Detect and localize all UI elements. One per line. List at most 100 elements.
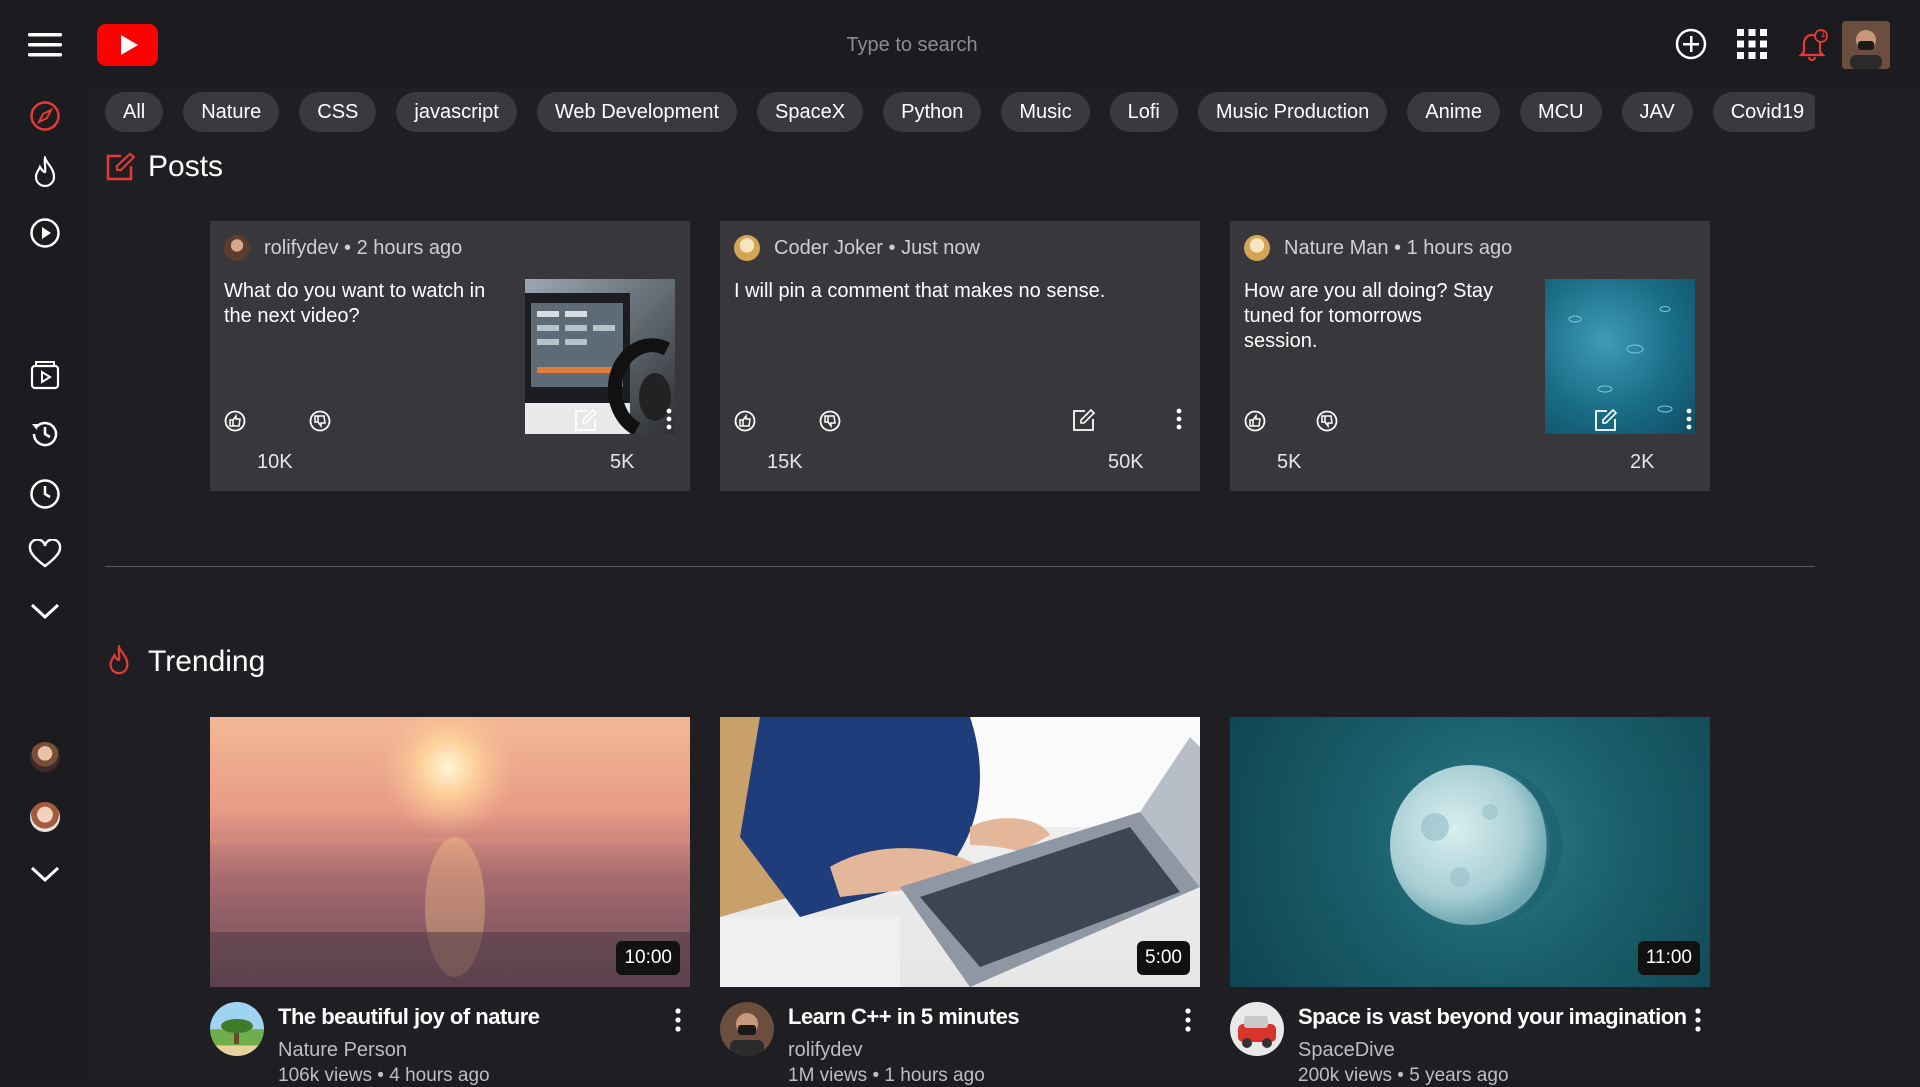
author-avatar: [224, 235, 250, 261]
view-count: 106k views: [278, 1065, 372, 1086]
chevron-down-icon[interactable]: [29, 601, 61, 621]
video-card[interactable]: 5:00 Learn C++ in 5 minutes rolifydev 1M…: [720, 717, 1200, 1086]
post-text: What do you want to watch in the next vi…: [224, 280, 486, 327]
video-card[interactable]: 10:00 The beautiful joy of nature Nature…: [210, 717, 690, 1086]
video-stats: 1M views • 1 hours ago: [788, 1065, 985, 1086]
search-input[interactable]: [700, 26, 1124, 64]
chip[interactable]: CSS: [299, 92, 377, 132]
channel-avatar[interactable]: [720, 1002, 774, 1056]
video-duration: 11:00: [1637, 941, 1700, 975]
chip[interactable]: JAV: [1621, 92, 1693, 132]
thumbs-up-icon[interactable]: [224, 410, 246, 432]
post-meta: rolifydev • 2 hours ago: [264, 237, 463, 259]
more-vert-icon[interactable]: [1684, 407, 1694, 431]
upload-age: 1 hours ago: [884, 1065, 985, 1086]
post-text: I will pin a comment that makes no sense…: [734, 280, 1106, 302]
chip[interactable]: Music Production: [1197, 92, 1388, 132]
upload-age: 5 years ago: [1409, 1065, 1509, 1086]
flame-icon: [105, 645, 133, 677]
chip[interactable]: MCU: [1519, 92, 1602, 132]
more-vert-icon[interactable]: [1176, 1005, 1200, 1035]
more-vert-icon[interactable]: [1174, 407, 1184, 431]
video-thumbnail[interactable]: 10:00: [210, 717, 690, 987]
post-image: [1545, 279, 1695, 434]
view-count: 200k views: [1298, 1065, 1392, 1086]
chip[interactable]: SpaceX: [757, 92, 864, 132]
comment-count: 2K: [1630, 451, 1655, 473]
chip[interactable]: All: [105, 92, 164, 132]
post-card[interactable]: rolifydev • 2 hours ago What do you want…: [210, 221, 690, 491]
upload-age: 4 hours ago: [389, 1065, 490, 1086]
channel-avatar[interactable]: [210, 1002, 264, 1056]
clock-icon[interactable]: [29, 478, 61, 510]
chip[interactable]: javascript: [396, 92, 517, 132]
heart-icon[interactable]: [28, 539, 62, 569]
channel-name[interactable]: SpaceDive: [1298, 1039, 1395, 1062]
grid-apps-icon[interactable]: [1737, 29, 1767, 59]
chip[interactable]: Music: [1001, 92, 1090, 132]
comment-edit-icon[interactable]: [1594, 408, 1618, 432]
flame-icon[interactable]: [30, 156, 60, 190]
thumbs-up-icon[interactable]: [1244, 410, 1266, 432]
chip[interactable]: Lofi: [1109, 92, 1178, 132]
chevron-down-icon[interactable]: [29, 864, 61, 884]
video-card[interactable]: 11:00 Space is vast beyond your imaginat…: [1230, 717, 1710, 1086]
play-circle-icon[interactable]: [29, 217, 61, 249]
comment-edit-icon[interactable]: [574, 408, 598, 432]
history-icon[interactable]: [29, 418, 61, 450]
post-meta: Nature Man • 1 hours ago: [1284, 237, 1513, 259]
comment-count: 5K: [610, 451, 635, 473]
thumbs-down-icon[interactable]: [309, 410, 331, 432]
thumbs-down-icon[interactable]: [819, 410, 841, 432]
thumbs-down-icon[interactable]: [1316, 410, 1338, 432]
chip[interactable]: Python: [883, 92, 982, 132]
chip[interactable]: Nature: [183, 92, 280, 132]
video-stats: 106k views • 4 hours ago: [278, 1065, 490, 1086]
post-time: 2 hours ago: [356, 237, 463, 259]
channel-name[interactable]: rolifydev: [788, 1039, 862, 1062]
post-card[interactable]: Nature Man • 1 hours ago How are you all…: [1230, 221, 1710, 491]
post-card[interactable]: Coder Joker • Just now I will pin a comm…: [720, 221, 1200, 491]
like-count: 15K: [767, 451, 803, 473]
view-count: 1M views: [788, 1065, 868, 1086]
video-duration: 10:00: [616, 941, 680, 975]
comment-edit-icon[interactable]: [1072, 408, 1096, 432]
more-vert-icon[interactable]: [664, 407, 674, 431]
plus-circle-icon[interactable]: [1675, 28, 1707, 60]
thumbs-up-icon[interactable]: [734, 410, 756, 432]
hamburger-menu-icon[interactable]: [28, 32, 62, 58]
chip[interactable]: Web Development: [536, 92, 738, 132]
avatar[interactable]: [1842, 21, 1890, 69]
video-thumbnail[interactable]: 5:00: [720, 717, 1200, 987]
channel-avatar[interactable]: [1230, 1002, 1284, 1056]
post-text: How are you all doing? Stay tuned for to…: [1244, 280, 1494, 352]
post-image: [525, 279, 675, 436]
video-thumbnail[interactable]: 11:00: [1230, 717, 1710, 987]
more-vert-icon[interactable]: [666, 1005, 690, 1035]
channel-name[interactable]: Nature Person: [278, 1039, 407, 1062]
video-title[interactable]: Space is vast beyond your imagination: [1298, 1004, 1687, 1030]
top-bar: 1: [0, 0, 1920, 88]
post-author[interactable]: Coder Joker: [774, 237, 883, 259]
author-avatar: [734, 235, 760, 261]
section-divider: [105, 566, 1815, 567]
video-title[interactable]: The beautiful joy of nature: [278, 1004, 540, 1030]
post-author[interactable]: rolifydev: [264, 237, 338, 259]
compass-icon[interactable]: [29, 100, 61, 132]
chip[interactable]: Anime: [1407, 92, 1500, 132]
more-vert-icon[interactable]: [1686, 1005, 1710, 1035]
post-time: Just now: [901, 237, 980, 259]
like-count: 10K: [257, 451, 293, 473]
section-title-posts: Posts: [148, 150, 224, 183]
subscription-avatar[interactable]: [30, 802, 60, 832]
video-library-icon[interactable]: [29, 358, 61, 390]
video-duration: 5:00: [1137, 941, 1190, 975]
author-avatar: [1244, 235, 1270, 261]
post-author[interactable]: Nature Man: [1284, 237, 1389, 259]
chip[interactable]: Covid19: [1712, 92, 1815, 132]
comment-count: 50K: [1108, 451, 1144, 473]
category-chips: All Nature CSS javascript Web Development Spa…: [105, 92, 1815, 136]
subscription-avatar[interactable]: [30, 742, 60, 772]
play-logo-icon[interactable]: [97, 24, 158, 66]
video-title[interactable]: Learn C++ in 5 minutes: [788, 1004, 1020, 1030]
